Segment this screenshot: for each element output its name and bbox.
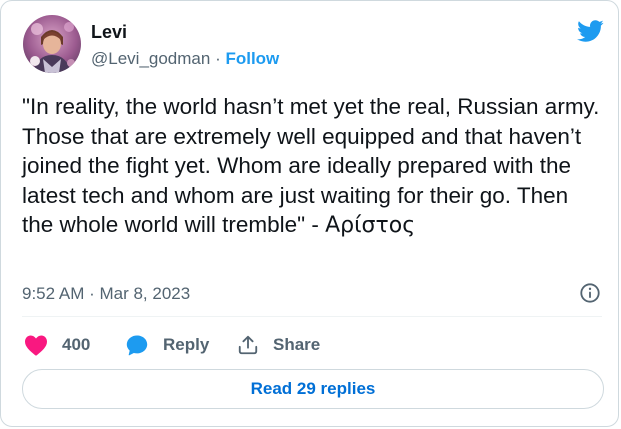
- like-count: 400: [62, 335, 91, 354]
- share-upload-icon: [238, 335, 258, 355]
- tweet-text: "In reality, the world hasn’t met yet th…: [22, 92, 602, 241]
- tweet-card: Levi @Levi_godman · Follow "In reality, …: [0, 0, 619, 427]
- follow-button[interactable]: Follow: [225, 49, 279, 68]
- tweet-body: "In reality, the world hasn’t met yet th…: [22, 94, 606, 237]
- author-handle-row: @Levi_godman · Follow: [91, 49, 279, 69]
- read-replies-button[interactable]: Read 29 replies: [22, 369, 604, 409]
- tweet-timestamp[interactable]: 9:52 AM · Mar 8, 2023: [22, 284, 190, 304]
- info-icon[interactable]: [579, 282, 601, 304]
- avatar[interactable]: [23, 15, 81, 73]
- tweet-signature: Αρίστος: [325, 213, 416, 238]
- reply-label: Reply: [163, 335, 210, 354]
- twitter-bird-icon[interactable]: [574, 17, 606, 45]
- like-button[interactable]: 400: [24, 331, 90, 359]
- separator-dot: ·: [210, 49, 226, 68]
- heart-icon: [25, 335, 47, 356]
- divider: [22, 316, 602, 317]
- author-handle[interactable]: @Levi_godman: [91, 49, 210, 68]
- share-button[interactable]: Share: [237, 331, 320, 359]
- share-label: Share: [273, 335, 321, 354]
- reply-button[interactable]: Reply: [125, 331, 209, 359]
- speech-bubble-icon: [126, 335, 148, 356]
- author-name[interactable]: Levi: [91, 22, 127, 43]
